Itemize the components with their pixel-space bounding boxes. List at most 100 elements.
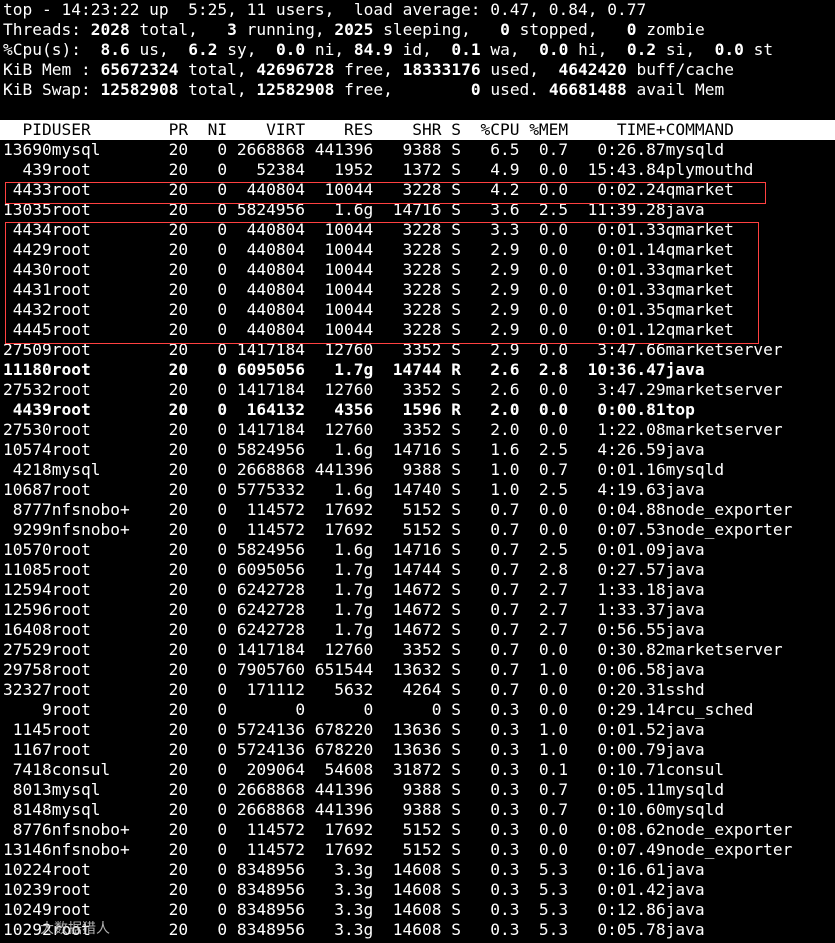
table-row[interactable]: 29758root 20 0 7905760 651544 13632 S 0.7 1.0 0:0…: [0, 660, 835, 680]
col-user: nfsnobo+: [51, 820, 130, 839]
col-pid: 9299: [12, 520, 52, 539]
col-mem: 5.3: [538, 860, 569, 879]
col-pid: 10574: [3, 440, 52, 459]
table-row[interactable]: 27532root 20 0 1417184 12760 3352 S 2.6 0.0 3:47.…: [0, 380, 835, 400]
table-row[interactable]: 27530root 20 0 1417184 12760 3352 S 2.0 0.0 1:22.…: [0, 420, 835, 440]
col-command: java: [665, 740, 705, 759]
table-row[interactable]: 11180root 20 0 6095056 1.7g 14744 R 2.6 2.8 10:36…: [0, 360, 835, 380]
table-row[interactable]: 13690mysql 20 0 2668868 441396 9388 S 6.5 0.7 0:2…: [0, 140, 835, 160]
table-row[interactable]: 11085root 20 0 6095056 1.7g 14744 S 0.7 2.8 0:27.…: [0, 560, 835, 580]
col-pid: 8777: [12, 500, 52, 519]
col-command: node_exporter: [665, 500, 793, 519]
table-row[interactable]: 10570root 20 0 5824956 1.6g 14716 S 0.7 2.5 0:01.…: [0, 540, 835, 560]
col-state: S: [451, 380, 461, 399]
cpu-sy: 6.2: [188, 40, 218, 59]
col-state: S: [451, 460, 461, 479]
col-res: 17692: [324, 520, 374, 539]
col-shr: 14672: [392, 600, 442, 619]
col-cpu: 4.9: [490, 160, 520, 179]
col-command: marketserver: [665, 420, 783, 439]
table-row[interactable]: 12594root 20 0 6242728 1.7g 14672 S 0.7 2.7 1:33.…: [0, 580, 835, 600]
table-row[interactable]: 13146nfsnobo+ 20 0 114572 17692 5152 S 0.3 0.0 0:…: [0, 840, 835, 860]
table-row[interactable]: 4439root 20 0 164132 4356 1596 R 2.0 0.0 0:00.81t…: [0, 400, 835, 420]
col-mem: 1.0: [538, 740, 569, 759]
col-res: 17692: [324, 820, 374, 839]
table-row[interactable]: 1167root 20 0 5724136 678220 13636 S 0.3 1.0 0:00…: [0, 740, 835, 760]
table-row[interactable]: 10239root 20 0 8348956 3.3g 14608 S 0.3 5.3 0:01.…: [0, 880, 835, 900]
col-pr: 20: [168, 660, 189, 679]
table-row[interactable]: 4218mysql 20 0 2668868 441396 9388 S 1.0 0.7 0:01…: [0, 460, 835, 480]
col-virt: 6242728: [236, 600, 306, 619]
table-row[interactable]: 9root 20 0 0 0 0 S 0.3 0.0 0:29.14rcu_sched: [0, 700, 835, 720]
col-ni: 0: [217, 640, 228, 659]
col-user: root: [51, 320, 91, 339]
table-row[interactable]: 4432root 20 0 440804 10044 3228 S 2.9 0.0 0:01.35…: [0, 300, 835, 320]
table-row[interactable]: 13035root 20 0 5824956 1.6g 14716 S 3.6 2.5 11:39…: [0, 200, 835, 220]
swap-label: KiB Swap:: [3, 80, 101, 99]
process-table-body: 13690mysql 20 0 2668868 441396 9388 S 6.5 0.7 0:2…: [0, 140, 835, 940]
col-mem: 2.5: [538, 440, 569, 459]
table-row[interactable]: 8013mysql 20 0 2668868 441396 9388 S 0.3 0.7 0:05…: [0, 780, 835, 800]
col-time: 15:43.84: [587, 160, 666, 179]
col-res: 10044: [324, 280, 374, 299]
col-virt: 209064: [246, 760, 306, 779]
table-row[interactable]: 16408root 20 0 6242728 1.7g 14672 S 0.7 2.7 0:56.…: [0, 620, 835, 640]
table-row[interactable]: 4445root 20 0 440804 10044 3228 S 2.9 0.0 0:01.12…: [0, 320, 835, 340]
col-ni: 0: [217, 520, 228, 539]
col-mem: 2.5: [538, 200, 569, 219]
table-row[interactable]: 7418consul 20 0 209064 54608 31872 S 0.3 0.1 0:10…: [0, 760, 835, 780]
col-pid: 13690: [3, 140, 52, 159]
table-row[interactable]: 9299nfsnobo+ 20 0 114572 17692 5152 S 0.7 0.0 0:0…: [0, 520, 835, 540]
col-virt: 440804: [246, 240, 306, 259]
table-row[interactable]: 4429root 20 0 440804 10044 3228 S 2.9 0.0 0:01.14…: [0, 240, 835, 260]
table-row[interactable]: 10687root 20 0 5775332 1.6g 14740 S 1.0 2.5 4:19.…: [0, 480, 835, 500]
table-row[interactable]: 4433root 20 0 440804 10044 3228 S 4.2 0.0 0:02.24…: [0, 180, 835, 200]
col-cpu: 0.7: [490, 640, 520, 659]
col-time: 1:33.18: [597, 580, 666, 599]
col-user: root: [51, 340, 91, 359]
table-row[interactable]: 8776nfsnobo+ 20 0 114572 17692 5152 S 0.3 0.0 0:0…: [0, 820, 835, 840]
table-row[interactable]: 27529root 20 0 1417184 12760 3352 S 0.7 0.0 0:30.…: [0, 640, 835, 660]
col-time: 0:10.60: [597, 800, 666, 819]
table-row[interactable]: 439root 20 0 52384 1952 1372 S 4.9 0.0 15:43.84pl…: [0, 160, 835, 180]
table-row[interactable]: 4431root 20 0 440804 10044 3228 S 2.9 0.0 0:01.33…: [0, 280, 835, 300]
table-row[interactable]: 4430root 20 0 440804 10044 3228 S 2.9 0.0 0:01.33…: [0, 260, 835, 280]
table-row[interactable]: 1145root 20 0 5724136 678220 13636 S 0.3 1.0 0:01…: [0, 720, 835, 740]
col-time: 0:04.88: [597, 500, 666, 519]
table-row[interactable]: 10249root 20 0 8348956 3.3g 14608 S 0.3 5.3 0:12.…: [0, 900, 835, 920]
table-row[interactable]: 32327root 20 0 171112 5632 4264 S 0.7 0.0 0:20.31…: [0, 680, 835, 700]
col-mem: 0.0: [538, 220, 569, 239]
col-user: root: [51, 700, 91, 719]
cpu-hi-label: hi,: [568, 40, 627, 59]
table-row[interactable]: 4434root 20 0 440804 10044 3228 S 3.3 0.0 0:01.33…: [0, 220, 835, 240]
table-row[interactable]: 27509root 20 0 1417184 12760 3352 S 2.9 0.0 3:47.…: [0, 340, 835, 360]
col-virt: 0: [295, 700, 306, 719]
col-res: 10044: [324, 220, 374, 239]
table-row[interactable]: 10292root 20 0 8348956 3.3g 14608 S 0.3 5.3 0:05.…: [0, 920, 835, 940]
terminal-window[interactable]: top - 14:23:22 up 5:25, 11 users, load a…: [0, 0, 835, 943]
table-row[interactable]: 10574root 20 0 5824956 1.6g 14716 S 1.6 2.5 4:26.…: [0, 440, 835, 460]
col-pid: 10239: [3, 880, 52, 899]
col-ni: 0: [217, 180, 228, 199]
col-command: qmarket: [665, 220, 734, 239]
table-row[interactable]: 8148mysql 20 0 2668868 441396 9388 S 0.3 0.7 0:10…: [0, 800, 835, 820]
table-row[interactable]: 12596root 20 0 6242728 1.7g 14672 S 0.7 2.7 1:33.…: [0, 600, 835, 620]
col-res: 17692: [324, 840, 374, 859]
col-shr: 14744: [392, 560, 442, 579]
col-cpu: 2.6: [490, 380, 520, 399]
col-pid: 10224: [3, 860, 52, 879]
process-table-header: PIDUSER PR NI VIRT RES SHR S %CPU %MEM TIME+COMMA…: [0, 120, 835, 140]
col-pr: 20: [168, 220, 189, 239]
col-pr: 20: [168, 180, 189, 199]
col-state: S: [451, 520, 461, 539]
table-row[interactable]: 10224root 20 0 8348956 3.3g 14608 S 0.3 5.3 0:16.…: [0, 860, 835, 880]
col-cpu: 0.3: [490, 860, 520, 879]
col-ni: 0: [217, 320, 228, 339]
col-res: 441396: [314, 140, 374, 159]
col-time: 0:01.12: [597, 320, 666, 339]
col-shr: 14716: [392, 540, 442, 559]
threads-total: 2028: [90, 20, 130, 39]
col-time: 0:20.31: [597, 680, 666, 699]
col-shr: 14716: [392, 440, 442, 459]
table-row[interactable]: 8777nfsnobo+ 20 0 114572 17692 5152 S 0.7 0.0 0:0…: [0, 500, 835, 520]
